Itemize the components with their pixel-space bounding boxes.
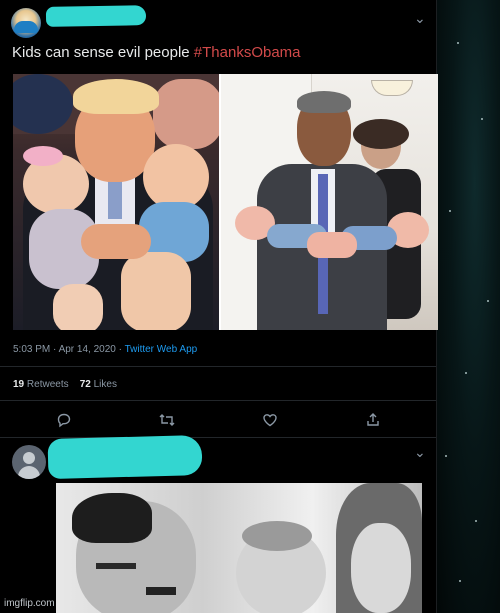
tweet-text: Kids can sense evil people #ThanksObama xyxy=(12,44,301,61)
likes-count: 72 xyxy=(79,379,91,390)
retweets-label: Retweets xyxy=(26,379,69,390)
wave-logo-icon xyxy=(14,21,38,33)
tweet-stats: 19 Retweets 72 Likes xyxy=(13,379,117,390)
user-avatar[interactable] xyxy=(11,8,41,38)
divider xyxy=(0,366,436,367)
like-icon[interactable] xyxy=(261,411,279,429)
chevron-down-icon[interactable]: ⌄ xyxy=(414,10,427,27)
tweet-text-body: Kids can sense evil people xyxy=(12,44,194,61)
space-background xyxy=(437,0,500,613)
timestamp-text: 5:03 PM · Apr 14, 2020 · xyxy=(13,344,125,355)
hashtag-link[interactable]: #ThanksObama xyxy=(194,44,301,61)
retweets-stat[interactable]: 19 Retweets xyxy=(13,379,69,390)
photo-right xyxy=(221,74,438,330)
photo-left xyxy=(13,74,219,330)
retweets-count: 19 xyxy=(13,379,25,390)
tweet-timestamp: 5:03 PM · Apr 14, 2020 · Twitter Web App xyxy=(13,344,197,355)
retweet-icon[interactable] xyxy=(158,411,176,429)
source-app-link[interactable]: Twitter Web App xyxy=(125,344,198,355)
divider xyxy=(0,400,436,401)
chevron-down-icon[interactable]: ⌄ xyxy=(414,444,427,461)
reply-user-avatar[interactable] xyxy=(12,445,46,479)
likes-stat[interactable]: 72 Likes xyxy=(80,379,117,390)
reply-media[interactable] xyxy=(56,483,422,613)
share-icon[interactable] xyxy=(364,411,382,429)
reply-icon[interactable] xyxy=(55,411,73,429)
redacted-username xyxy=(47,434,203,480)
watermark: imgflip.com xyxy=(4,598,55,609)
likes-label: Likes xyxy=(93,379,117,390)
tweet-media[interactable] xyxy=(13,74,438,330)
redacted-username xyxy=(45,5,147,27)
screenshot: ⌄ Kids can sense evil people #ThanksObam… xyxy=(0,0,500,613)
